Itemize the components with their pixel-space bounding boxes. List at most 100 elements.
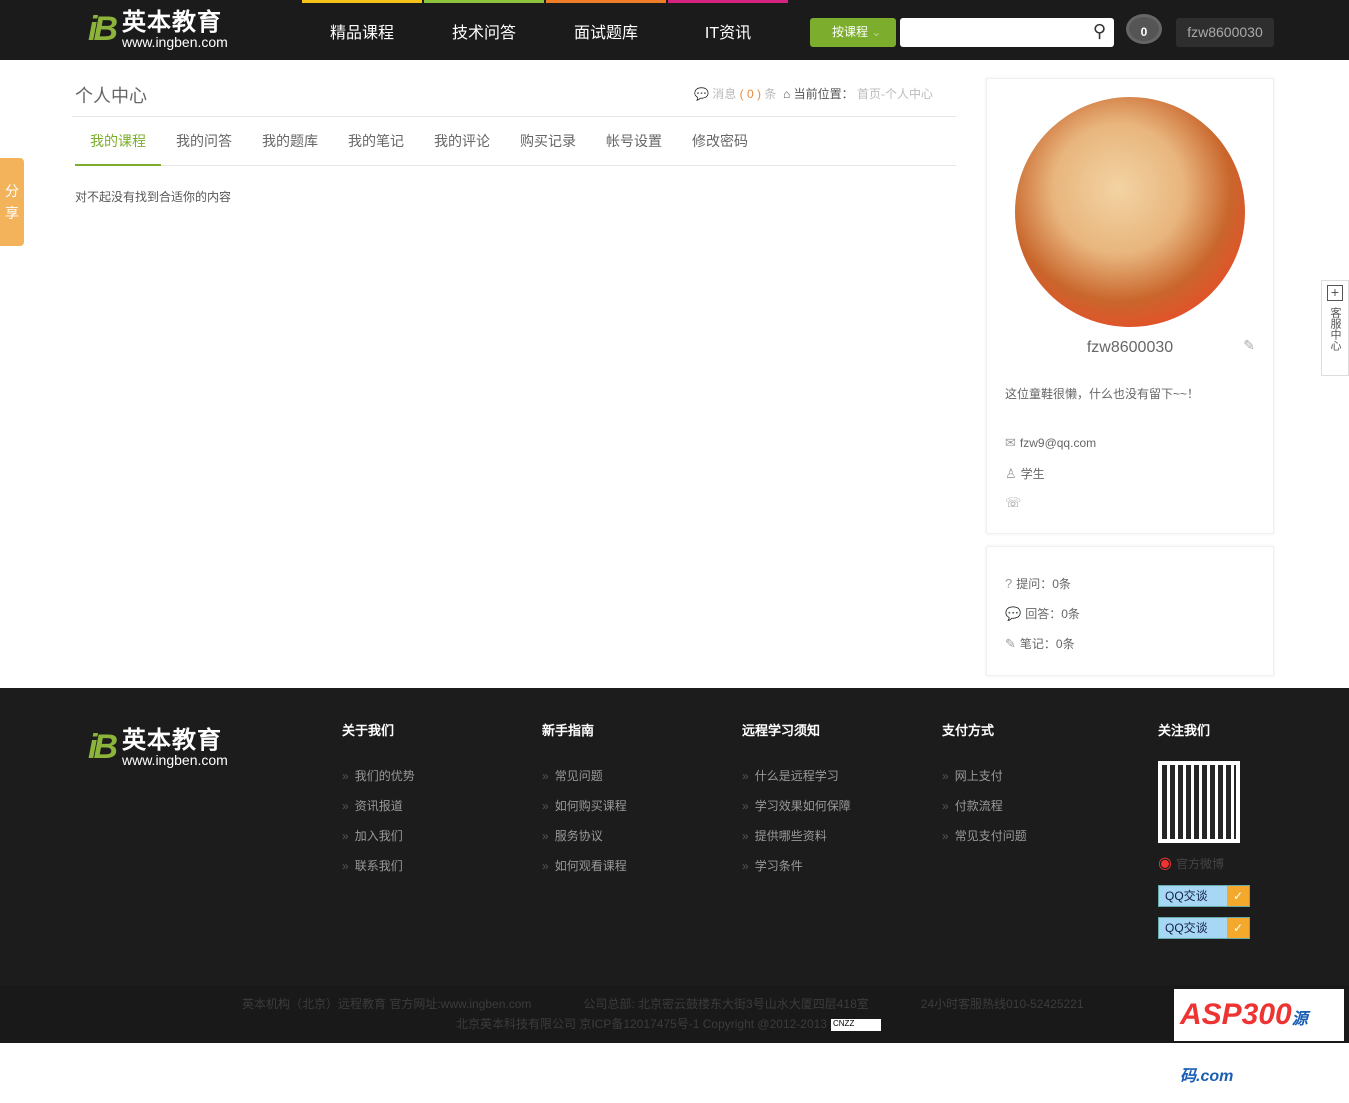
stat-notes: 笔记：0条	[1019, 637, 1075, 651]
tab-account[interactable]: 帐号设置	[591, 126, 677, 166]
footer-link[interactable]: 加入我们	[342, 827, 415, 857]
search-icon[interactable]: ⚲	[1093, 21, 1106, 42]
profile-username: fzw8600030	[1086, 339, 1174, 356]
chat-icon: 💬	[694, 87, 709, 101]
avatar[interactable]	[1015, 97, 1245, 327]
location-link[interactable]: 首页-个人中心	[857, 87, 933, 101]
footer-org: 英本机构（北京）远程教育 官方网址:www.ingben.com	[242, 997, 532, 1011]
profile-role: ♙ 学生	[1005, 465, 1045, 482]
footer-logo: iB 英本教育 www.ingben.com	[88, 728, 228, 767]
nav-interview[interactable]: 面试题库	[546, 0, 666, 60]
logo-url: www.ingben.com	[122, 751, 228, 768]
footer-link[interactable]: 常见支付问题	[942, 827, 1027, 857]
footer-link[interactable]: 资讯报道	[342, 797, 415, 827]
tab-my-notes[interactable]: 我的笔记	[333, 126, 419, 166]
footer-link[interactable]: 学习条件	[742, 857, 851, 887]
comment-icon: 💬	[1005, 606, 1022, 621]
phone-icon: ☏	[1005, 495, 1022, 510]
footer: iB 英本教育www.ingben.com 关于我们 我们的优势资讯报道加入我们…	[0, 688, 1349, 985]
msg-unit: 条	[764, 87, 777, 101]
msg-label[interactable]: 消息	[712, 87, 736, 101]
footer-link[interactable]: 学习效果如何保障	[742, 797, 851, 827]
footer-link[interactable]: 什么是远程学习	[742, 767, 851, 797]
footer-col-remote: 远程学习须知 什么是远程学习学习效果如何保障提供哪些资料学习条件	[742, 720, 851, 887]
cnzz-badge[interactable]: CNZZ	[831, 1018, 881, 1031]
empty-message: 对不起没有找到合适你的内容	[75, 190, 232, 204]
footer-link[interactable]: 提供哪些资料	[742, 827, 851, 857]
email-value: fzw9@qq.com	[1019, 436, 1097, 450]
email-icon: ✉	[1005, 435, 1016, 450]
footer-link[interactable]: 联系我们	[342, 857, 415, 887]
tab-purchases[interactable]: 购买记录	[505, 126, 591, 166]
qq-chat-button[interactable]: QQ交谈	[1158, 917, 1250, 939]
qr-code	[1158, 761, 1240, 843]
profile-phone: ☏	[1005, 495, 1025, 511]
footer-link[interactable]: 常见问题	[542, 767, 627, 797]
user-icon: ♙	[1005, 466, 1017, 481]
footer-link[interactable]: 网上支付	[942, 767, 1027, 797]
profile-bio: 这位童鞋很懒，什么也没有留下~~！	[1005, 387, 1200, 401]
logo-mark: iB	[88, 728, 118, 766]
footer-col-payment: 支付方式 网上支付付款流程常见支付问题	[942, 720, 1027, 857]
footer-col-about: 关于我们 我们的优势资讯报道加入我们联系我们	[342, 720, 415, 887]
footer-link[interactable]: 我们的优势	[342, 767, 415, 797]
plus-icon: +	[1327, 285, 1343, 301]
footer-copyright: 北京英本科技有限公司 京ICP备12017475号-1 Copyright @2…	[456, 1017, 827, 1031]
nav-courses[interactable]: 精品课程	[302, 0, 422, 60]
footer-col-guide: 新手指南 常见问题如何购买课程服务协议如何观看课程	[542, 720, 627, 887]
col-title: 支付方式	[942, 723, 995, 738]
logo-mark: iB	[88, 10, 118, 48]
breadcrumb: 💬 消息 ( 0 ) 条 ⌂ 当前位置： 首页-个人中心	[694, 85, 933, 102]
col-title: 远程学习须知	[742, 723, 821, 738]
col-title: 关注我们	[1158, 723, 1211, 738]
asp300-logo: ASP300源码.com	[1174, 989, 1344, 1085]
share-button[interactable]: 分享	[0, 158, 24, 246]
main-nav: 精品课程 技术问答 面试题库 IT资讯	[302, 0, 790, 60]
search-type-select[interactable]: 按课程 ⌄	[810, 18, 896, 47]
footer-link[interactable]: 付款流程	[942, 797, 1027, 827]
qq-chat-button[interactable]: QQ交谈	[1158, 885, 1250, 907]
role-value: 学生	[1020, 467, 1045, 481]
tab-my-questions[interactable]: 我的题库	[247, 126, 333, 166]
footer-link[interactable]: 如何购买课程	[542, 797, 627, 827]
tab-my-comments[interactable]: 我的评论	[419, 126, 505, 166]
profile-card: fzw8600030 ✎ 这位童鞋很懒，什么也没有留下~~！ ✉ fzw9@qq.…	[986, 78, 1274, 534]
tab-my-courses[interactable]: 我的课程	[75, 126, 161, 166]
divider	[72, 116, 956, 117]
edit-icon[interactable]: ✎	[1243, 337, 1255, 354]
stat-answers: 回答：0条	[1025, 607, 1080, 621]
nav-qa[interactable]: 技术问答	[424, 0, 544, 60]
footer-link[interactable]: 如何观看课程	[542, 857, 627, 887]
service-label: 客服中心	[1329, 307, 1341, 351]
weibo-link[interactable]: ◉ 官方微博	[1158, 853, 1250, 873]
location-label: 当前位置：	[793, 87, 854, 101]
col-title: 关于我们	[342, 723, 395, 738]
copyright-bar: 英本机构（北京）远程教育 官方网址:www.ingben.com 公司总部: 北京…	[0, 985, 1349, 1085]
stats-card: ? 提问：0条 💬 回答：0条 ✎ 笔记：0条	[986, 546, 1274, 676]
stat-questions: 提问：0条	[1016, 577, 1071, 591]
tab-my-qa[interactable]: 我的问答	[161, 126, 247, 166]
logo-text: 英本教育	[122, 8, 222, 36]
profile-email: ✉ fzw9@qq.com	[1005, 435, 1096, 451]
logo-url: www.ingben.com	[122, 33, 228, 50]
user-menu[interactable]: fzw8600030	[1176, 18, 1274, 47]
tab-password[interactable]: 修改密码	[677, 126, 763, 166]
footer-address: 公司总部: 北京密云鼓楼东大街3号山水大厦四层418室	[583, 997, 869, 1011]
message-icon[interactable]: 0	[1126, 14, 1162, 44]
nav-it-news[interactable]: IT资讯	[668, 0, 788, 60]
search-type-label: 按课程	[832, 25, 869, 39]
home-icon: ⌂	[783, 87, 791, 101]
footer-hotline: 24小时客服热线010-52425221	[920, 997, 1084, 1011]
footer-link[interactable]: 服务协议	[542, 827, 627, 857]
col-title: 新手指南	[542, 723, 595, 738]
logo[interactable]: iB 英本教育 www.ingben.com	[88, 10, 228, 49]
weibo-label: 官方微博	[1175, 857, 1224, 871]
top-header: iB 英本教育 www.ingben.com 精品课程 技术问答 面试题库 IT资…	[0, 0, 1349, 60]
customer-service-button[interactable]: + 客服中心	[1321, 280, 1349, 376]
tab-bar: 我的课程 我的问答 我的题库 我的笔记 我的评论 购买记录 帐号设置 修改密码	[75, 126, 956, 166]
weibo-icon: ◉	[1158, 855, 1172, 872]
pencil-icon: ✎	[1005, 636, 1016, 651]
search-input[interactable]: ⚲	[900, 18, 1114, 47]
msg-count: ( 0 )	[739, 87, 761, 101]
page-title: 个人中心	[75, 86, 147, 106]
